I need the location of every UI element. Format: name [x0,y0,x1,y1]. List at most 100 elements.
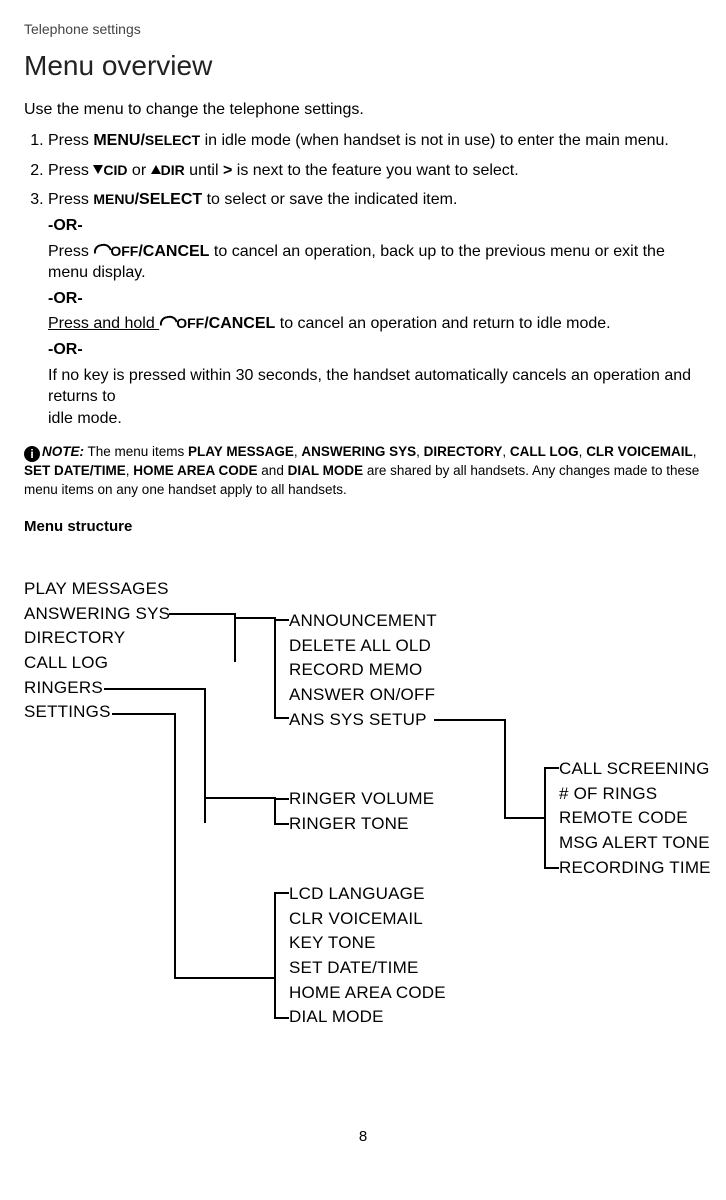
menu-item: CLR VOICEMAIL [289,907,446,932]
text: The menu items [84,444,188,459]
text: to select or save the indicated item. [202,191,457,208]
text: DIAL MODE [288,463,364,478]
menu-label: MENU/ [93,132,145,149]
menu-structure-heading: Menu structure [24,517,702,537]
connector [274,1017,289,1019]
text: SET DATE/TIME [24,463,126,478]
connector [174,713,176,977]
text: HOME AREA CODE [133,463,257,478]
step-2: Press CID or DIR until > is next to the … [48,160,702,182]
menu-item: SET DATE/TIME [289,956,446,981]
note-label: NOTE: [42,444,84,459]
connector [544,867,559,869]
text: PLAY MESSAGE [188,444,294,459]
connector [234,617,274,619]
off-label: OFF [110,243,138,259]
text: CALL LOG [510,444,579,459]
menu-item: DIRECTORY [24,626,170,651]
page-number: 8 [24,1127,702,1147]
text: and [258,463,288,478]
text: , [693,444,697,459]
cancel-label: /CANCEL [204,315,275,332]
connector [104,688,204,690]
connector [174,977,274,979]
cid-label: CID [103,162,127,178]
note-block: iNOTE: The menu items PLAY MESSAGE, ANSW… [24,443,702,498]
off-label: OFF [176,315,204,331]
menu-item: CALL SCREENING [559,757,711,782]
intro-text: Use the menu to change the telephone set… [24,99,702,121]
up-arrow-icon [151,165,161,174]
menu-item: DELETE ALL OLD [289,634,437,659]
sys-setup-col: CALL SCREENING # OF RINGS REMOTE CODE MS… [559,757,711,880]
connector [112,713,174,715]
text: Press [48,243,93,260]
menu-item: ANSWERING SYS [24,602,170,627]
connector [504,719,506,817]
connector [274,823,289,825]
menu-item: HOME AREA CODE [289,981,446,1006]
text: Press [48,162,93,179]
text: ANSWERING SYS [301,444,416,459]
breadcrumb: Telephone settings [24,20,702,39]
connector [274,717,289,719]
text: to cancel an operation and return to idl… [275,315,610,332]
text: , [502,444,510,459]
menu-item: REMOTE CODE [559,806,711,831]
idle-note: If no key is pressed within 30 seconds, … [48,365,702,408]
greater-than: > [223,162,232,179]
menu-item: ANNOUNCEMENT [289,609,437,634]
step-3: Press MENU/SELECT to select or save the … [48,189,702,429]
connector [274,892,276,1018]
connector [274,798,289,800]
cancel-label: /CANCEL [138,243,209,260]
info-icon: i [24,446,40,462]
settings-col: LCD LANGUAGE CLR VOICEMAIL KEY TONE SET … [289,882,446,1030]
text: CLR VOICEMAIL [586,444,693,459]
text: Press and hold [48,315,159,332]
connector [204,797,274,799]
menu-item: CALL LOG [24,651,170,676]
menu-item: DIAL MODE [289,1005,446,1030]
step-1: Press MENU/SELECT in idle mode (when han… [48,130,702,152]
menu-item: ANSWER ON/OFF [289,683,437,708]
menu-tree-diagram: PLAY MESSAGES ANSWERING SYS DIRECTORY CA… [24,557,702,1117]
text: is next to the feature you want to selec… [232,162,518,179]
menu-item: RECORDING TIME [559,856,711,881]
connector [434,719,504,721]
menu-label: MENU [93,191,134,207]
down-arrow-icon [93,165,103,174]
connector [544,767,559,769]
phone-icon [93,244,109,256]
page-title: Menu overview [24,47,702,85]
connector [274,797,276,823]
connector [274,619,289,621]
phone-icon [159,316,175,328]
menu-item: RECORD MEMO [289,658,437,683]
text: Press [48,191,93,208]
text: DIRECTORY [424,444,503,459]
or-separator: -OR- [48,339,702,361]
answering-col: ANNOUNCEMENT DELETE ALL OLD RECORD MEMO … [289,609,437,732]
dir-label: DIR [161,162,185,178]
ringers-col: RINGER VOLUME RINGER TONE [289,787,434,836]
idle-note-2: idle mode. [48,408,702,430]
or-separator: -OR- [48,215,702,237]
menu-item: PLAY MESSAGES [24,577,170,602]
text: or [127,162,150,179]
menu-item: RINGER TONE [289,812,434,837]
select-label: SELECT [145,132,200,148]
connector [274,892,289,894]
or-separator: -OR- [48,288,702,310]
menu-item: MSG ALERT TONE [559,831,711,856]
text: , [416,444,424,459]
connector [544,767,546,867]
menu-item: KEY TONE [289,931,446,956]
connector [204,688,206,823]
menu-item: LCD LANGUAGE [289,882,446,907]
menu-item: # OF RINGS [559,782,711,807]
menu-item: ANS SYS SETUP [289,708,437,733]
text: Press [48,132,93,149]
steps-list: Press MENU/SELECT in idle mode (when han… [24,130,702,429]
connector [504,817,544,819]
